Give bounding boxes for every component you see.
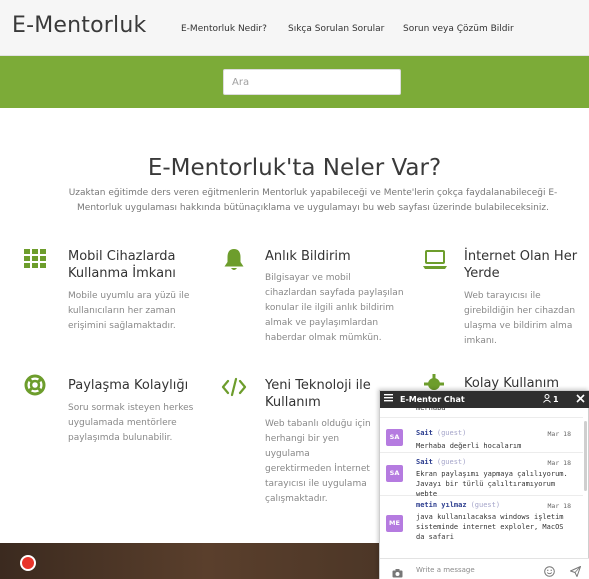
message-author: Sait (guest) [416,429,467,437]
feature-desc: Web tarayıcısı ile girebildiğin her ciha… [464,291,576,346]
feature-title: Mobil Cihazlarda Kullanma İmkanı [68,249,176,281]
site-header: E-Mentorluk E-Mentorluk Nedir? Sıkça Sor… [0,0,589,56]
feature-title: Paylaşma Kolaylığı [68,378,189,393]
message-author: metin yılmaz (guest) [416,501,501,509]
help-button[interactable] [20,555,36,571]
user-icon [543,394,551,405]
section-title: E-Mentorluk'ta Neler Var? [147,155,442,181]
nav-link-faq[interactable]: Sıkça Sorulan Sorular [288,24,384,34]
send-icon[interactable] [570,564,581,579]
chat-user-count: 1 [553,395,559,404]
feature-desc: Web tabanlı olduğu için herhangi bir yen… [265,419,371,504]
message-date: Mar 18 [547,459,571,467]
chat-composer [380,558,589,579]
avatar: SA [386,465,403,482]
message-text: Ekran paylaşımı yapmaya çalılıyorum. Jav… [416,470,568,498]
emoji-icon[interactable] [544,564,555,579]
chat-widget: E-Mentor Chat 1 merhaba SA Sait (guest) M… [379,390,589,579]
feature-title: İnternet Olan Her Yerde [464,249,578,281]
chat-message-list[interactable]: merhaba SA Sait (guest) Mar 18 Merhaba de… [380,408,583,558]
grid-icon [24,249,46,271]
search-banner [0,56,589,108]
message-date: Mar 18 [547,430,571,438]
laptop-icon [423,250,447,272]
list-divider [380,410,583,418]
nav-link-report-issue[interactable]: Sorun veya Çözüm Bildir [403,24,514,34]
message-date: Mar 18 [547,502,571,510]
chat-message: ME metin yılmaz (guest) Mar 18 java kulla… [380,496,583,558]
close-icon[interactable] [576,394,585,405]
bell-icon [223,248,245,270]
menu-icon[interactable] [384,393,393,404]
message-text: Merhaba değerli hocalarım [416,442,522,450]
chat-message-input[interactable] [416,563,536,577]
chat-header: E-Mentor Chat 1 [380,391,589,408]
site-logo[interactable]: E-Mentorluk [12,13,146,38]
message-author: Sait (guest) [416,458,467,466]
chat-message: SA Sait (guest) Mar 18 Ekran paylaşımı ya… [380,453,583,498]
chat-title: E-Mentor Chat [400,395,465,404]
feature-desc: Mobile uyumlu ara yüzü ile kullanıcıları… [68,291,190,331]
lifebuoy-icon [24,374,46,396]
feature-desc: Bilgisayar ve mobil cihazlardan sayfada … [265,273,404,343]
message-text: java kullanılacaksa windows işletim sist… [416,513,564,541]
feature-title: Yeni Teknoloji ile Kullanım [265,378,371,410]
feature-title: Anlık Bildirim [265,249,351,264]
avatar: SA [386,429,403,446]
code-icon [221,377,247,399]
search-input[interactable] [223,69,401,95]
chat-scrollbar[interactable] [584,421,587,491]
section-subtitle: Uzaktan eğitimde ders veren eğitmenlerin… [68,188,558,213]
nav-link-what-is[interactable]: E-Mentorluk Nedir? [181,24,267,34]
chat-message: SA Sait (guest) Mar 18 Merhaba değerli ho… [380,421,583,453]
feature-desc: Soru sormak isteyen herkes uygulamada me… [68,403,194,443]
camera-icon[interactable] [392,565,403,579]
avatar: ME [386,515,403,532]
